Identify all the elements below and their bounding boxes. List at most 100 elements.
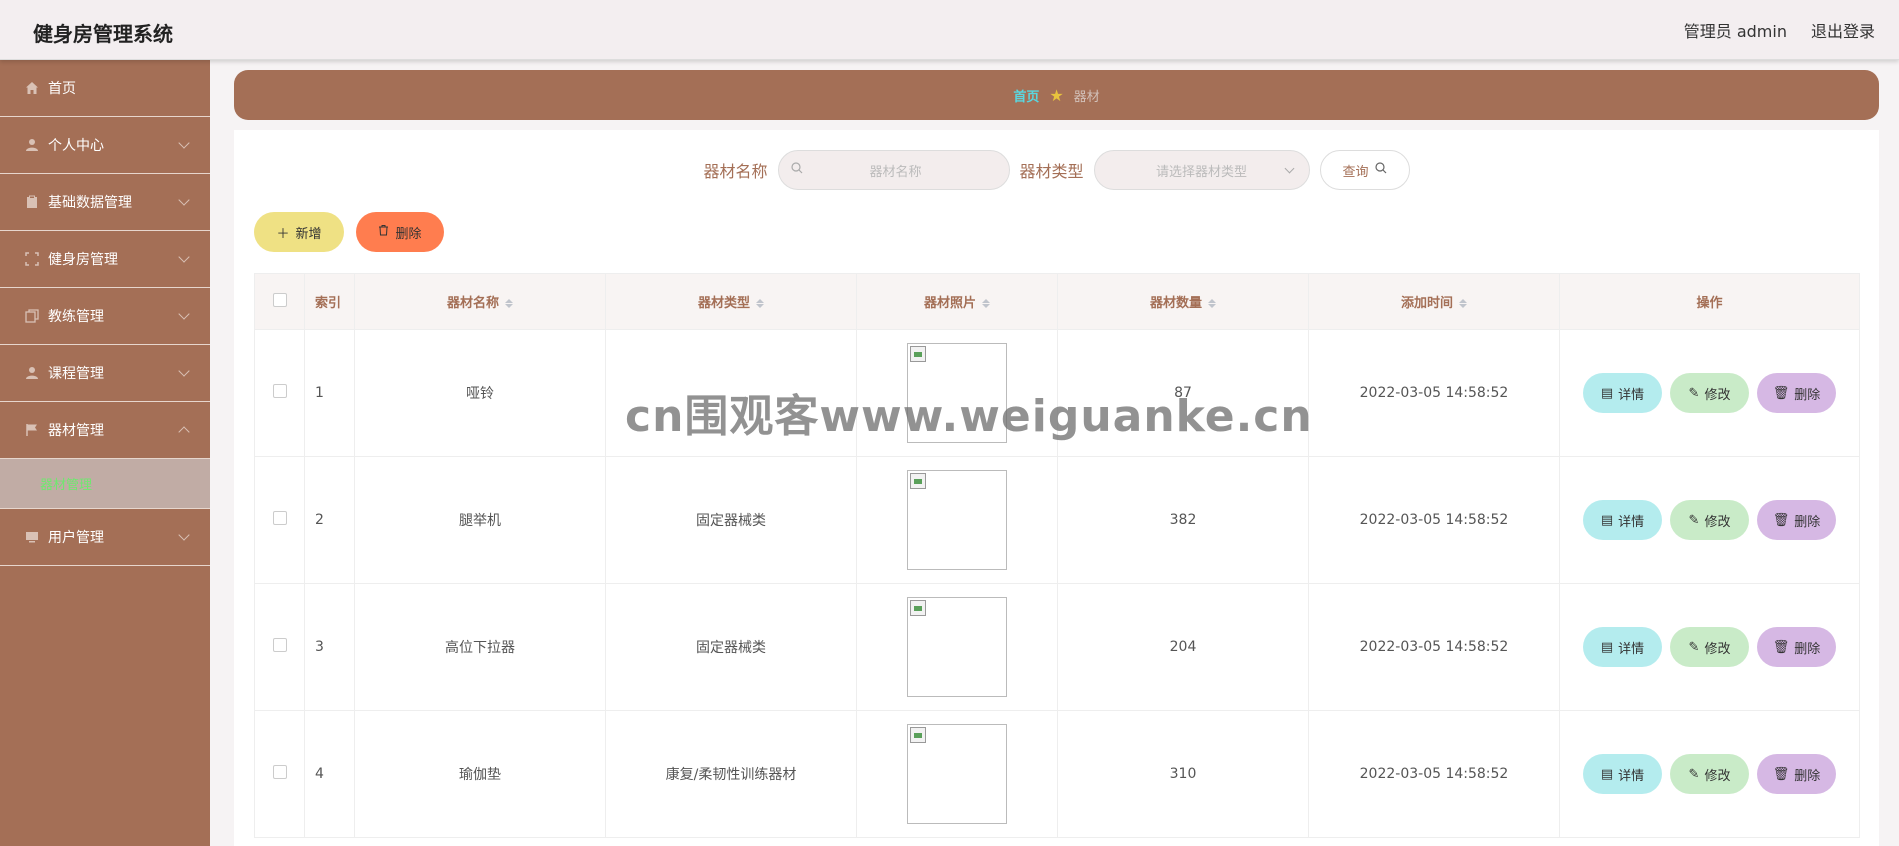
document-icon: ▤ xyxy=(1600,639,1614,655)
cell-name: 哑铃 xyxy=(354,329,606,457)
header-type[interactable]: 器材类型 xyxy=(605,273,857,330)
logout-link[interactable]: 退出登录 xyxy=(1811,18,1875,42)
delete-button[interactable]: 🗑 删除 xyxy=(1757,627,1836,667)
edit-button[interactable]: ✎ 修改 xyxy=(1670,500,1749,540)
cell-count: 204 xyxy=(1057,583,1309,711)
cell-type xyxy=(605,329,857,457)
sort-icon[interactable] xyxy=(982,298,990,309)
header-count[interactable]: 器材数量 xyxy=(1057,273,1309,330)
delete-button[interactable]: 🗑 删除 xyxy=(1757,754,1836,794)
cell-photo xyxy=(856,583,1058,711)
chevron-down-icon xyxy=(178,529,190,541)
broken-image-icon xyxy=(910,473,926,489)
header-ops: 操作 xyxy=(1559,273,1860,330)
broken-image-icon xyxy=(910,600,926,616)
add-button-label: 新增 xyxy=(295,226,322,242)
type-select[interactable]: 请选择器材类型 xyxy=(1093,150,1310,190)
sort-icon[interactable] xyxy=(1459,298,1467,309)
query-button[interactable]: 查询 xyxy=(1319,150,1410,190)
detail-button-label: 详情 xyxy=(1618,387,1645,403)
sort-icon[interactable] xyxy=(756,298,764,309)
header-photo[interactable]: 器材照片 xyxy=(856,273,1058,330)
add-button[interactable]: ＋ 新增 xyxy=(254,212,344,252)
search-icon xyxy=(790,162,803,178)
chevron-down-icon xyxy=(178,251,190,263)
chevron-up-icon xyxy=(178,426,190,438)
row-checkbox[interactable] xyxy=(272,765,287,779)
sidebar-item-users[interactable]: 用户管理 xyxy=(0,509,210,566)
edit-button-label: 修改 xyxy=(1704,768,1731,784)
batch-delete-button[interactable]: 删除 xyxy=(356,212,444,252)
sidebar-item-equipment[interactable]: 器材管理 xyxy=(0,402,210,459)
header-time[interactable]: 添加时间 xyxy=(1308,273,1560,330)
cell-index: 3 xyxy=(304,583,355,711)
delete-button-label: 删除 xyxy=(1794,641,1821,657)
cell-time: 2022-03-05 14:58:52 xyxy=(1308,583,1560,711)
user-icon xyxy=(24,365,40,381)
sidebar-item-home[interactable]: 首页 xyxy=(0,60,210,117)
broken-image-icon xyxy=(910,346,926,362)
select-all-checkbox[interactable] xyxy=(272,292,287,307)
breadcrumb-home[interactable]: 首页 xyxy=(1013,86,1039,105)
cell-ops: ▤ 详情 ✎ 修改 🗑 删除 xyxy=(1559,710,1860,838)
sidebar-subitem-equipment-management[interactable]: 器材管理 xyxy=(0,459,210,509)
detail-button[interactable]: ▤ 详情 xyxy=(1583,500,1662,540)
batch-delete-button-label: 删除 xyxy=(395,226,422,242)
table-header-row: 索引 器材名称 器材类型 器材照片 器材数量 添加时间 操作 xyxy=(254,273,1860,330)
cell-index: 1 xyxy=(304,329,355,457)
detail-button[interactable]: ▤ 详情 xyxy=(1583,627,1662,667)
main-panel: 器材名称 器材名称 器材类型 请选择器材类型 查询 ＋ 新增 删除 索引 器材名… xyxy=(234,130,1879,846)
row-checkbox[interactable] xyxy=(272,638,287,652)
fullscreen-icon xyxy=(24,251,40,267)
row-checkbox[interactable] xyxy=(272,511,287,525)
delete-button-label: 删除 xyxy=(1794,768,1821,784)
sidebar-item-gym[interactable]: 健身房管理 xyxy=(0,231,210,288)
copy-icon xyxy=(24,308,40,324)
name-search-label: 器材名称 xyxy=(703,162,768,181)
detail-button[interactable]: ▤ 详情 xyxy=(1583,754,1662,794)
sidebar-item-course[interactable]: 课程管理 xyxy=(0,345,210,402)
pencil-icon: ✎ xyxy=(1688,512,1700,528)
header-name-label: 器材名称 xyxy=(446,296,499,311)
breadcrumb-current: 器材 xyxy=(1073,89,1100,105)
chevron-down-icon xyxy=(178,194,190,206)
edit-button-label: 修改 xyxy=(1704,641,1731,657)
cell-type: 固定器械类 xyxy=(605,583,857,711)
sort-icon[interactable] xyxy=(1208,298,1216,309)
cell-name: 瑜伽垫 xyxy=(354,710,606,838)
action-bar: ＋ 新增 删除 xyxy=(254,212,444,252)
edit-button[interactable]: ✎ 修改 xyxy=(1670,627,1749,667)
detail-button[interactable]: ▤ 详情 xyxy=(1583,373,1662,413)
cell-name: 高位下拉器 xyxy=(354,583,606,711)
trash-icon xyxy=(378,224,389,240)
sidebar-item-personal-center[interactable]: 个人中心 xyxy=(0,117,210,174)
plus-icon: ＋ xyxy=(276,226,290,242)
chevron-down-icon xyxy=(178,137,190,149)
row-select-cell xyxy=(254,583,305,711)
user-icon xyxy=(24,137,40,153)
cell-time: 2022-03-05 14:58:52 xyxy=(1308,329,1560,457)
edit-button[interactable]: ✎ 修改 xyxy=(1670,754,1749,794)
pencil-icon: ✎ xyxy=(1688,639,1700,655)
trash-icon: 🗑 xyxy=(1772,766,1790,782)
equipment-photo xyxy=(907,724,1007,824)
sidebar-item-label: 教练管理 xyxy=(48,309,104,325)
delete-button[interactable]: 🗑 删除 xyxy=(1757,500,1836,540)
table-row: 1 哑铃 87 2022-03-05 14:58:52 ▤ 详情 ✎ 修改 🗑 删除 xyxy=(254,329,1860,457)
monitor-icon xyxy=(24,529,40,545)
type-select-placeholder: 请选择器材类型 xyxy=(1156,164,1248,180)
delete-button[interactable]: 🗑 删除 xyxy=(1757,373,1836,413)
table-row: 2 腿举机 固定器械类 382 2022-03-05 14:58:52 ▤ 详情 … xyxy=(254,456,1860,584)
edit-button[interactable]: ✎ 修改 xyxy=(1670,373,1749,413)
sidebar-item-base-data[interactable]: 基础数据管理 xyxy=(0,174,210,231)
chevron-down-icon xyxy=(178,308,190,320)
name-search-placeholder: 器材名称 xyxy=(869,164,922,180)
sidebar-item-coach[interactable]: 教练管理 xyxy=(0,288,210,345)
sort-icon[interactable] xyxy=(505,298,513,309)
row-checkbox[interactable] xyxy=(272,384,287,398)
header-name[interactable]: 器材名称 xyxy=(354,273,606,330)
name-search-input[interactable]: 器材名称 xyxy=(777,150,1010,190)
header-count-label: 器材数量 xyxy=(1149,296,1202,311)
home-icon xyxy=(24,80,40,96)
select-all-cell xyxy=(254,273,305,330)
